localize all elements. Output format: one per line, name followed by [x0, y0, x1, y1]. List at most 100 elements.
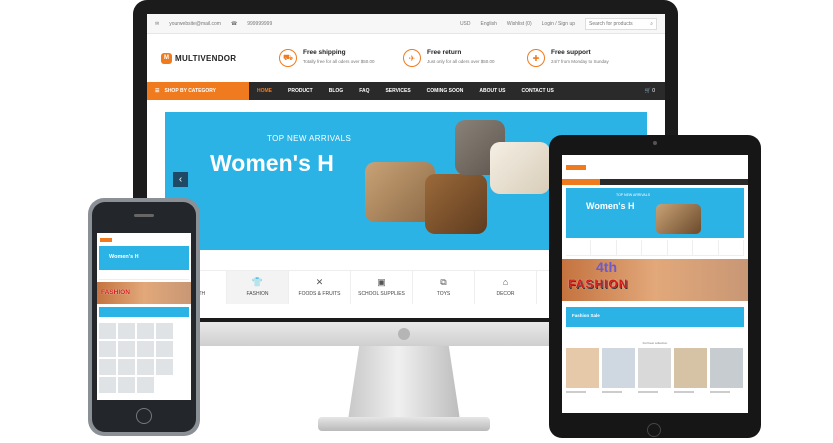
category-button-label: SHOP BY CATEGORY [164, 88, 216, 94]
nav-item-services[interactable]: SERVICES [377, 88, 418, 94]
feature-subtitle: Totally free for all oders over $50.00 [303, 59, 375, 64]
nav-item-about-us[interactable]: ABOUT US [471, 88, 513, 94]
topbar-email[interactable]: yourwebsite@mail.com [169, 21, 221, 27]
product-card [674, 348, 707, 393]
tablet-screen: TOP NEW ARRIVALS Women's H 4th FASHION F… [562, 155, 748, 413]
topbar-phone: 999999999 [247, 20, 273, 27]
cart-icon: 🛒 [644, 88, 651, 94]
handbag-image [490, 142, 550, 194]
category-label: SCHOOL SUPPLIES [358, 291, 405, 297]
phone-screen: Women's H FASHION [97, 233, 191, 400]
nav-item-coming-soon[interactable]: COMING SOON [419, 88, 472, 94]
feature-title: Free shipping [303, 49, 346, 56]
imac-stand [348, 346, 460, 420]
product-card [638, 348, 671, 393]
category-label: FASHION [246, 291, 269, 297]
category-decor[interactable]: ⌂ DECOR [475, 271, 537, 304]
nav-item-blog[interactable]: BLOG [321, 88, 351, 94]
product-card [602, 348, 635, 393]
tablet-logo [566, 164, 586, 170]
phone-banner-headline: Women's H [109, 254, 139, 260]
search-input[interactable]: Search for products ⌕ [585, 17, 657, 30]
product-card [710, 348, 743, 393]
tablet-fashion-banner: 4th FASHION [562, 259, 748, 301]
tablet-banner-headline: Women's H [586, 201, 635, 211]
fashion-number: 4th [596, 259, 617, 275]
menu-icon: ☰ [155, 88, 160, 94]
truck-icon: ⛟ [279, 49, 297, 67]
main-nav: ☰ SHOP BY CATEGORY HOME PRODUCT BLOG FAQ… [147, 82, 665, 100]
nav-item-home[interactable]: HOME [249, 88, 280, 94]
chair-icon: ⌂ [502, 277, 509, 287]
feature-subtitle: 24/7 from Monday to Sunday [551, 59, 609, 64]
camera-icon [653, 141, 657, 145]
blocks-icon: ⧉ [440, 277, 447, 287]
tablet-banner-kicker: TOP NEW ARRIVALS [616, 193, 651, 197]
mail-icon: ✉ [155, 20, 160, 27]
feature-return: ✈ Free return Just only for all oders ov… [403, 49, 527, 67]
tablet-banner: TOP NEW ARRIVALS Women's H [566, 188, 744, 238]
apple-logo-icon [398, 328, 410, 340]
logo-mark-icon: M [161, 52, 172, 64]
logo-text: MULTIVENDOR [175, 53, 237, 63]
site-header: M MULTIVENDOR ⛟ Free shipping Totally fr… [147, 34, 665, 82]
cart-count: 0 [652, 88, 655, 94]
search-placeholder: Search for products [589, 20, 633, 27]
phone-icon: ☎ [230, 20, 238, 27]
phone-sale-banner [99, 307, 189, 317]
phone-logo [100, 237, 112, 242]
site-logo[interactable]: M MULTIVENDOR [161, 52, 279, 64]
category-foods-fruits[interactable]: ✕ FOODS & FRUITS [289, 271, 351, 304]
tablet-product-row [562, 348, 748, 393]
category-label: TOYS [436, 291, 451, 297]
shirt-icon: 👕 [251, 277, 264, 287]
banner-kicker: TOP NEW ARRIVALS [267, 134, 352, 143]
device-mockup-stage: ✉ yourwebsite@mail.com ☎ 999999999 USD E… [0, 0, 833, 443]
phone-fashion-text: FASHION [101, 289, 130, 296]
speaker-icon [134, 214, 154, 217]
nav-item-product[interactable]: PRODUCT [280, 88, 321, 94]
feature-support: ✚ Free support 24/7 from Monday to Sunda… [527, 49, 651, 67]
plane-icon: ✈ [403, 49, 421, 67]
handbag-image [425, 174, 487, 234]
currency-select[interactable]: USD [460, 21, 471, 27]
phone-fashion-banner: FASHION [97, 282, 191, 304]
lifebuoy-icon: ✚ [527, 49, 545, 67]
cart-button[interactable]: 🛒 0 [645, 88, 665, 94]
tablet-header [562, 155, 748, 179]
category-label: DECOR [496, 291, 515, 297]
wishlist-link[interactable]: Wishlist (0) [507, 21, 532, 27]
banner-headline: Women's H [210, 150, 334, 176]
category-school-supplies[interactable]: ▣ SCHOOL SUPPLIES [351, 271, 413, 304]
cutlery-icon: ✕ [315, 277, 324, 287]
chevron-left-icon[interactable]: ‹ [173, 172, 188, 187]
phone-category-strip [99, 272, 189, 280]
book-icon: ▣ [377, 277, 386, 287]
phone-product-grid [97, 317, 191, 393]
feature-shipping: ⛟ Free shipping Totally free for all ode… [279, 49, 403, 67]
category-fashion[interactable]: 👕 FASHION [227, 271, 289, 304]
home-button [136, 408, 152, 424]
feature-title: Free return [427, 49, 462, 56]
handbag-image [656, 204, 701, 234]
tablet-sale-banner: Fashion Sale [566, 307, 744, 327]
search-icon[interactable]: ⌕ [650, 21, 653, 27]
nav-item-contact-us[interactable]: CONTACT US [513, 88, 561, 94]
nav-item-faq[interactable]: FAQ [351, 88, 377, 94]
top-bar: ✉ yourwebsite@mail.com ☎ 999999999 USD E… [147, 14, 665, 34]
fashion-text: FASHION [568, 277, 629, 291]
category-toys[interactable]: ⧉ TOYS [413, 271, 475, 304]
phone-banner: Women's H [99, 246, 189, 270]
feature-subtitle: Just only for all oders over $50.00 [427, 59, 495, 64]
best-collection-label: Full best collection [642, 341, 668, 345]
login-link[interactable]: Login / Sign up [542, 21, 575, 27]
imac-stand-base [318, 417, 490, 431]
home-button [647, 423, 661, 437]
phone-header [97, 233, 191, 246]
product-card [566, 348, 599, 393]
shop-by-category-button[interactable]: ☰ SHOP BY CATEGORY [147, 82, 249, 100]
language-select[interactable]: English [481, 21, 497, 27]
sale-text: Fashion Sale [572, 313, 600, 318]
category-label: FOODS & FRUITS [298, 291, 341, 297]
feature-title: Free support [551, 49, 591, 56]
